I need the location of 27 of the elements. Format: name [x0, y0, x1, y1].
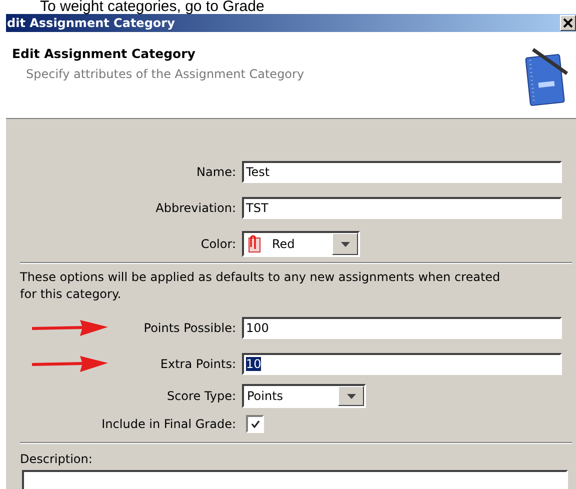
input-field[interactable]: TST — [242, 197, 562, 219]
field-label: Name: — [196, 165, 236, 179]
dialog-subtitle: Specify attributes of the Assignment Category — [26, 67, 304, 81]
input-field[interactable]: Test — [242, 161, 562, 183]
check-icon — [250, 420, 260, 428]
caption-text: To weight categories, go to Grade — [39, 0, 266, 14]
input-field[interactable]: 10 — [242, 353, 562, 375]
field-label: Score Type: — [166, 389, 236, 403]
dropdown[interactable]: Points — [242, 384, 366, 408]
field-label: Extra Points: — [160, 357, 236, 371]
field-label: Description: — [19, 451, 94, 466]
input-field[interactable]: 100 — [242, 317, 562, 339]
dropdown[interactable]: Red — [242, 231, 360, 257]
field-label: Abbreviation: — [156, 201, 236, 215]
caret-icon — [346, 394, 356, 398]
paper-clip-icon — [247, 235, 261, 253]
checkbox[interactable] — [246, 415, 264, 433]
dialog-heading: Edit Assignment Category — [12, 46, 196, 61]
field-label: Include in Final Grade: — [102, 417, 236, 431]
field-label: Points Possible: — [144, 321, 236, 335]
window-title: dit Assignment Category — [6, 16, 175, 30]
notebook-pen-icon — [524, 46, 570, 108]
selected-text: 10 — [246, 357, 262, 371]
note-text: These options will be applied as defaults to any new assignments when created for this category. — [19, 269, 502, 303]
caret-icon — [340, 242, 350, 246]
close-icon[interactable] — [560, 15, 576, 31]
field-label: Color: — [200, 237, 236, 251]
